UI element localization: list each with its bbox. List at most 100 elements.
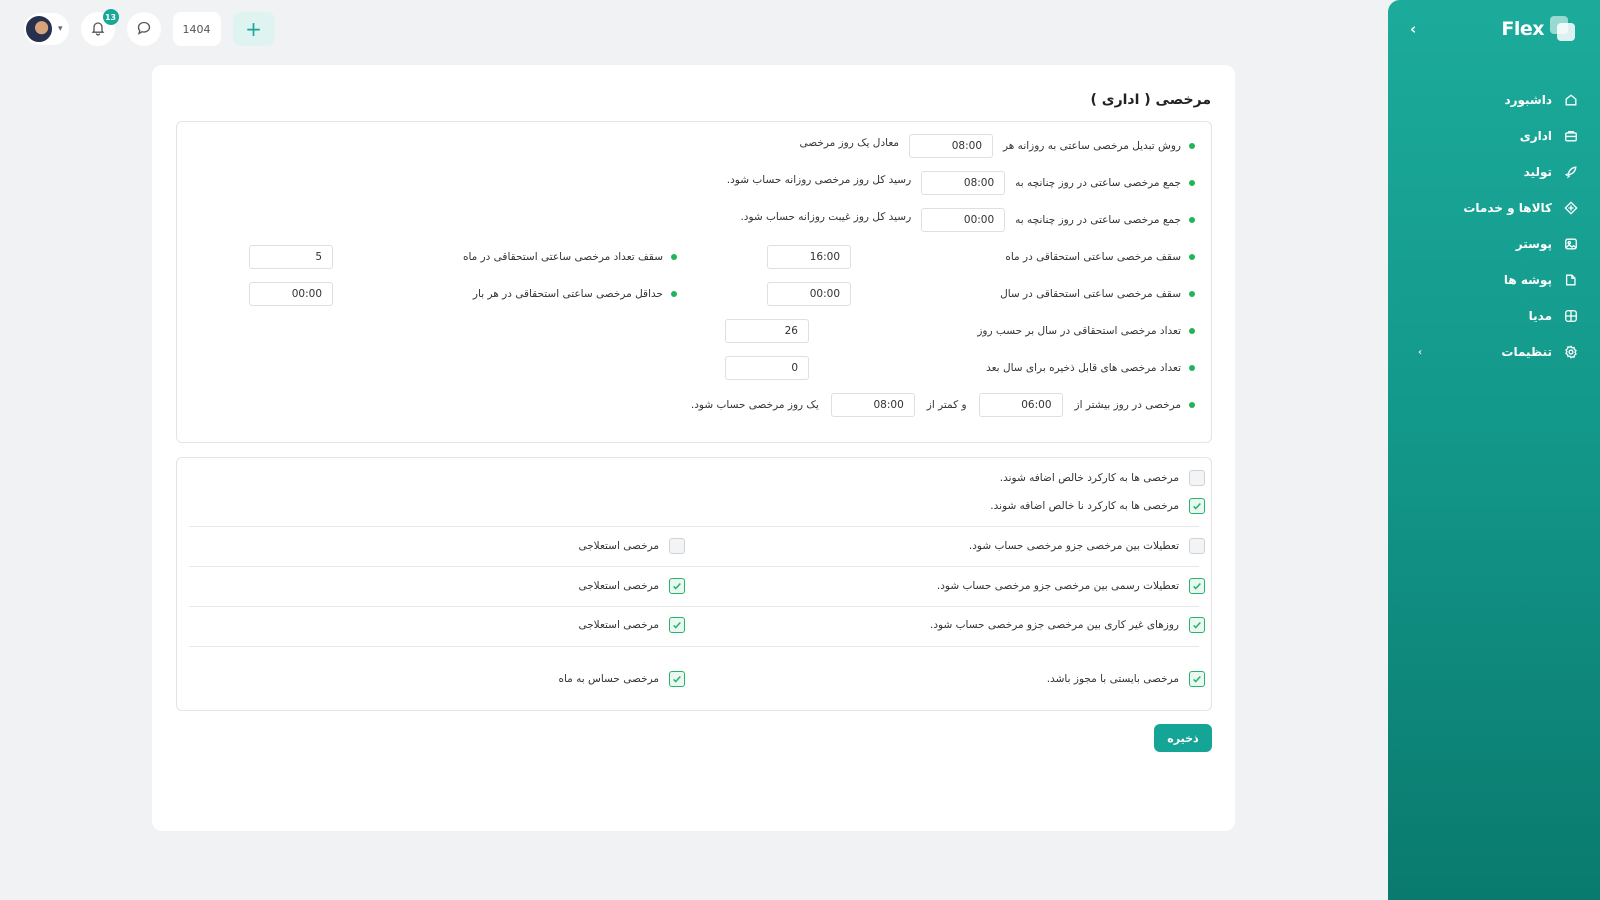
- holidays-between-checkbox[interactable]: [1189, 538, 1205, 554]
- status-dot: [671, 291, 677, 297]
- sidebar-item-goods-services[interactable]: کالاها و خدمات: [1388, 190, 1600, 226]
- user-menu[interactable]: ▾: [24, 13, 69, 45]
- diamond-icon: [1564, 201, 1578, 215]
- sidebar-item-label: اداری: [1519, 129, 1552, 143]
- setting-row-hourly-to-daily: روش تبدیل مرخصی ساعتی به روزانه هر 08:00…: [800, 134, 1195, 158]
- divider: [189, 526, 1199, 527]
- leave-rules-panel: روش تبدیل مرخصی ساعتی به روزانه هر 08:00…: [176, 121, 1212, 443]
- sidebar-item-folders[interactable]: پوشه ها: [1388, 262, 1600, 298]
- option-non-working-days[interactable]: روزهای غیر کاری بین مرخصی جزو مرخصی حساب…: [930, 616, 1205, 634]
- sidebar-item-administrative[interactable]: اداری: [1388, 118, 1600, 154]
- month-sensitive-checkbox[interactable]: [669, 671, 685, 687]
- chevron-down-icon: ▾: [58, 24, 63, 34]
- status-dot: [1189, 365, 1195, 371]
- option-non-working-days-sick[interactable]: مرخصی استعلاجی: [578, 616, 685, 634]
- min-hourly-leave-input[interactable]: 00:00: [249, 282, 333, 306]
- sidebar-collapse-chevron-icon[interactable]: ‹: [1410, 20, 1416, 38]
- sick-leave-checkbox[interactable]: [669, 578, 685, 594]
- gross-work-checkbox[interactable]: [1189, 498, 1205, 514]
- logo-cube-icon: [1550, 16, 1576, 42]
- net-work-checkbox[interactable]: [1189, 470, 1205, 486]
- option-label: تعطیلات بین مرخصی جزو مرخصی حساب شود.: [968, 540, 1179, 552]
- status-dot: [1189, 217, 1195, 223]
- option-label: مرخصی ها به کارکرد خالص اضافه شوند.: [999, 472, 1179, 484]
- sick-leave-checkbox[interactable]: [669, 538, 685, 554]
- status-dot: [1189, 291, 1195, 297]
- hourly-to-daily-input[interactable]: 08:00: [909, 134, 994, 158]
- image-icon: [1564, 237, 1578, 251]
- app-logo[interactable]: Flex: [1501, 16, 1576, 42]
- setting-label: جمع مرخصی ساعتی در روز چنانچه به: [1015, 214, 1181, 226]
- sidebar-item-label: پوستر: [1515, 237, 1552, 251]
- sidebar-item-production[interactable]: تولید: [1388, 154, 1600, 190]
- option-label: تعطیلات رسمی بین مرخصی جزو مرخصی حساب شو…: [936, 580, 1179, 592]
- yearly-days-input[interactable]: 26: [725, 319, 809, 343]
- setting-row-yearly-days: تعداد مرخصی استحقاقی در سال بر حسب روز: [977, 319, 1195, 343]
- daily-leave-min-input[interactable]: 06:00: [978, 393, 1063, 417]
- notifications-button[interactable]: 13: [80, 9, 119, 46]
- option-requires-permit[interactable]: مرخصی بایستی با مجوز باشد.: [1047, 670, 1205, 688]
- setting-row-carryover: تعداد مرخصی های قابل ذخیره برای سال بعد: [986, 356, 1195, 380]
- sidebar-item-label: کالاها و خدمات: [1463, 201, 1552, 215]
- yearly-hourly-cap-input[interactable]: 00:00: [767, 282, 851, 306]
- option-holidays-between[interactable]: تعطیلات بین مرخصی جزو مرخصی حساب شود.: [969, 537, 1205, 555]
- sidebar-item-poster[interactable]: پوستر: [1388, 226, 1600, 262]
- official-holidays-checkbox[interactable]: [1189, 578, 1205, 594]
- checkmark-icon: [673, 582, 681, 590]
- divider: [189, 606, 1199, 607]
- setting-row-monthly-count-cap: سقف تعداد مرخصی ساعتی استحقاقی در ماه: [463, 245, 677, 269]
- sidebar-item-label: تنظیمات: [1501, 345, 1552, 359]
- sidebar-item-label: پوشه ها: [1503, 273, 1552, 287]
- option-holidays-between-sick[interactable]: مرخصی استعلاجی: [578, 537, 685, 555]
- year-selector[interactable]: 1404: [172, 12, 221, 46]
- checkmark-icon: [673, 621, 681, 629]
- requires-permit-checkbox[interactable]: [1189, 671, 1205, 687]
- setting-label: حداقل مرخصی ساعتی استحقاقی در هر بار: [472, 288, 663, 300]
- leave-settings-card: مرخصی ( اداری ) روش تبدیل مرخصی ساعتی به…: [152, 65, 1235, 831]
- setting-row-daily-leave-threshold: جمع مرخصی ساعتی در روز چنانچه به 08:00 ر…: [727, 171, 1195, 195]
- option-official-holidays-sick[interactable]: مرخصی استعلاجی: [578, 577, 685, 595]
- checkmark-icon: [673, 675, 681, 683]
- option-net-work[interactable]: مرخصی ها به کارکرد خالص اضافه شوند.: [1000, 469, 1205, 487]
- option-gross-work[interactable]: مرخصی ها به کارکرد نا خالص اضافه شوند.: [990, 497, 1205, 515]
- chat-button[interactable]: [126, 12, 161, 46]
- option-label: مرخصی ها به کارکرد نا خالص اضافه شوند.: [990, 500, 1179, 512]
- setting-label: سقف تعداد مرخصی ساعتی استحقاقی در ماه: [462, 251, 663, 263]
- sidebar-item-label: تولید: [1523, 165, 1552, 179]
- add-button[interactable]: +: [232, 12, 275, 46]
- sidebar-item-media[interactable]: مدیا: [1388, 298, 1600, 334]
- monthly-count-cap-input[interactable]: 5: [249, 245, 333, 269]
- sidebar-item-settings[interactable]: ‹ تنظیمات: [1388, 334, 1600, 370]
- avatar[interactable]: [24, 14, 54, 44]
- setting-suffix: یک روز مرخصی حساب شود.: [690, 399, 819, 411]
- carryover-input[interactable]: 0: [725, 356, 809, 380]
- status-dot: [1189, 143, 1195, 149]
- sidebar-item-label: مدیا: [1528, 309, 1552, 323]
- setting-label: روش تبدیل مرخصی ساعتی به روزانه هر: [1003, 140, 1181, 152]
- setting-label: تعداد مرخصی های قابل ذخیره برای سال بعد: [986, 362, 1181, 374]
- divider: [189, 646, 1199, 647]
- checkmark-icon: [1193, 582, 1201, 590]
- home-icon: [1564, 93, 1578, 107]
- daily-absence-threshold-input[interactable]: 00:00: [921, 208, 1006, 232]
- status-dot: [1189, 254, 1195, 260]
- status-dot: [671, 254, 677, 260]
- submenu-chevron-icon: ‹: [1418, 346, 1423, 358]
- sick-leave-checkbox[interactable]: [669, 617, 685, 633]
- status-dot: [1189, 402, 1195, 408]
- monthly-hourly-cap-input[interactable]: 16:00: [767, 245, 851, 269]
- sidebar-item-dashboard[interactable]: داشبورد: [1388, 82, 1600, 118]
- setting-label: تعداد مرخصی استحقاقی در سال بر حسب روز: [977, 325, 1181, 337]
- chat-icon: [136, 20, 152, 39]
- save-button[interactable]: ذخیره: [1154, 724, 1212, 752]
- option-month-sensitive[interactable]: مرخصی حساس به ماه: [558, 670, 685, 688]
- daily-leave-max-input[interactable]: 08:00: [830, 393, 915, 417]
- briefcase-icon: [1564, 129, 1578, 143]
- daily-leave-threshold-input[interactable]: 08:00: [921, 171, 1006, 195]
- gear-icon: [1564, 345, 1578, 359]
- setting-label: مرخصی در روز بیشتر از: [1074, 399, 1181, 411]
- logo-text: Flex: [1501, 18, 1544, 40]
- option-official-holidays[interactable]: تعطیلات رسمی بین مرخصی جزو مرخصی حساب شو…: [937, 577, 1205, 595]
- non-working-days-checkbox[interactable]: [1189, 617, 1205, 633]
- setting-suffix: رسید کل روز غیبت روزانه حساب شود.: [740, 211, 912, 223]
